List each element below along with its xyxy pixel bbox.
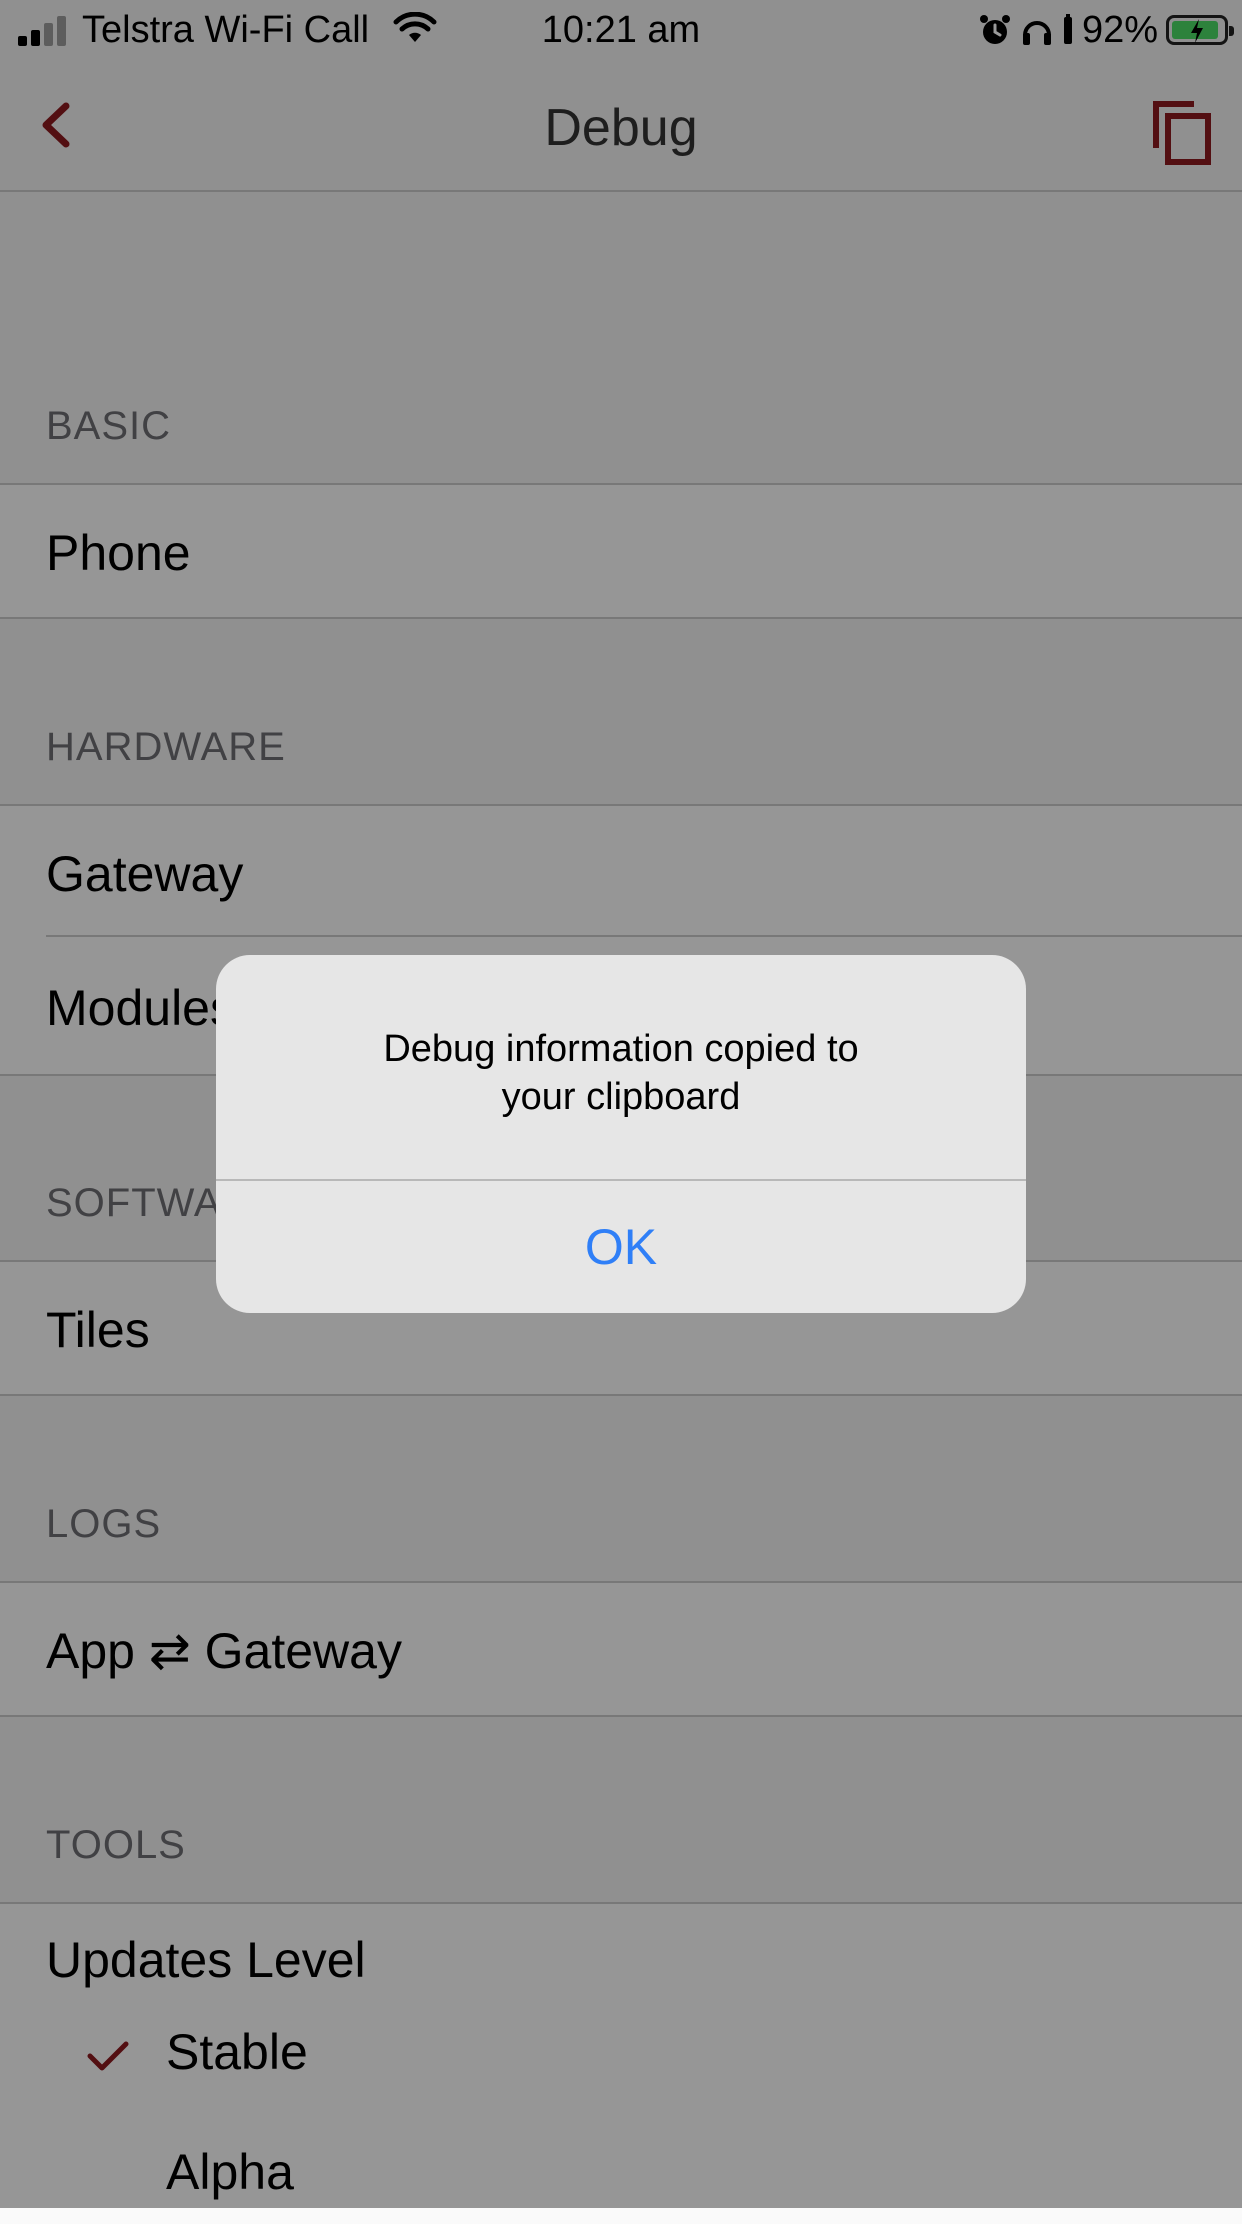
alert-message: Debug information copied to your clipboa… (256, 1025, 986, 1121)
alert-message-line2: your clipboard (501, 1076, 741, 1118)
alert-message-line1: Debug information copied to (383, 1028, 859, 1070)
alert-dialog: Debug information copied to your clipboa… (216, 955, 1026, 1313)
ok-button[interactable]: OK (216, 1181, 1026, 1313)
debug-screen: Telstra Wi-Fi Call 10:21 am 92% Debug BA… (0, 0, 1242, 2224)
